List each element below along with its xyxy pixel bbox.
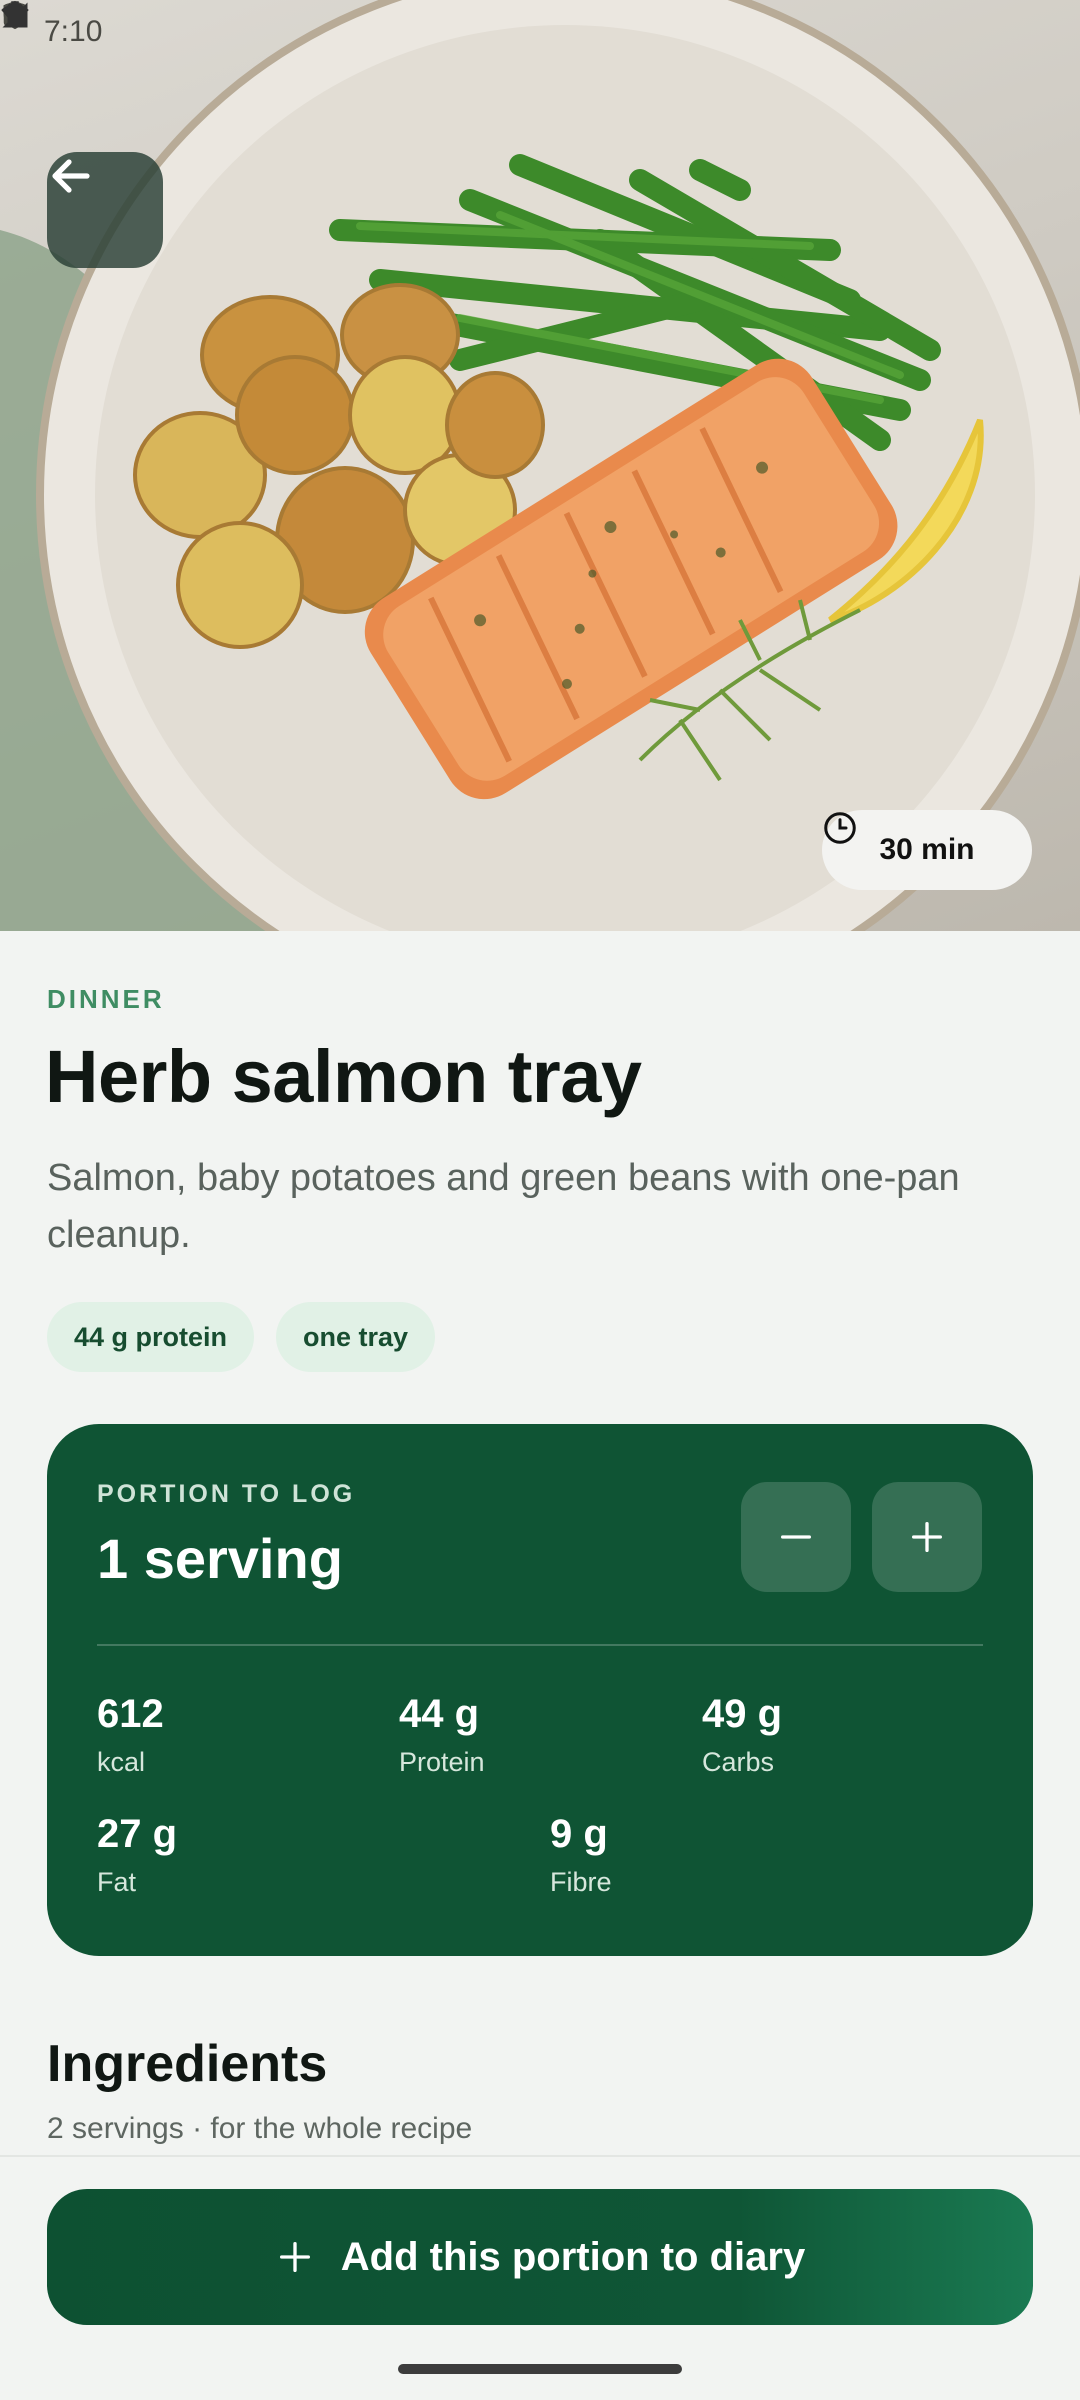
nutrition-value: 44 g xyxy=(399,1692,480,1736)
back-arrow-icon xyxy=(52,159,90,193)
nutrition-protein: 44 g Protein xyxy=(399,1692,485,1778)
add-to-diary-label: Add this portion to diary xyxy=(340,2234,806,2279)
clock-icon xyxy=(824,812,856,844)
recipe-photo xyxy=(0,0,1080,931)
nutrition-label: kcal xyxy=(97,1747,146,1777)
nutrition-carbs: 49 g Carbs xyxy=(702,1692,782,1778)
nutrition-value: 49 g xyxy=(702,1692,783,1736)
nutrition-label: Protein xyxy=(399,1747,485,1777)
recipe-tags: 44 g protein one tray xyxy=(47,1302,436,1372)
recipe-description: Salmon, baby potatoes and green beans wi… xyxy=(47,1157,960,1256)
back-button[interactable] xyxy=(47,152,163,268)
recipe-title: Herb salmon tray xyxy=(45,1035,642,1118)
nutrition-label: Fibre xyxy=(550,1867,612,1897)
decrease-portion-button[interactable] xyxy=(741,1482,851,1592)
tag-one-tray: one tray xyxy=(276,1302,436,1372)
ingredients-subtitle: 2 servings · for the whole recipe xyxy=(47,2112,473,2145)
portion-card: PORTION TO LOG 1 serving 612 kcal 44 g P… xyxy=(47,1424,1033,1956)
hero-image: 7:10 30 min xyxy=(0,0,1080,931)
nutrition-label: Carbs xyxy=(702,1747,775,1777)
portion-divider xyxy=(97,1644,983,1646)
add-to-diary-button[interactable]: Add this portion to diary xyxy=(47,2189,1033,2325)
nutrition-value: 9 g xyxy=(550,1812,608,1856)
nutrition-label: Fat xyxy=(97,1867,137,1897)
status-time: 7:10 xyxy=(44,15,103,48)
nutrition-fat: 27 g Fat xyxy=(97,1812,177,1898)
portion-value: 1 serving xyxy=(97,1527,343,1590)
cook-time-chip: 30 min xyxy=(822,810,1032,890)
cook-time-label: 30 min xyxy=(879,833,975,866)
battery-icon xyxy=(7,1,23,28)
plus-icon xyxy=(279,2242,310,2272)
home-indicator[interactable] xyxy=(398,2364,682,2374)
increase-portion-button[interactable] xyxy=(872,1482,982,1592)
nutrition-value: 27 g xyxy=(97,1812,178,1856)
ingredients-title: Ingredients xyxy=(47,2035,328,2093)
minus-icon xyxy=(781,1535,811,1539)
recipe-category: DINNER xyxy=(47,984,165,1014)
nutrition-fibre: 9 g Fibre xyxy=(550,1812,612,1898)
tag-protein: 44 g protein xyxy=(47,1302,255,1372)
nutrition-value: 612 xyxy=(97,1692,164,1736)
status-bar: 7:10 xyxy=(0,0,1080,64)
portion-label: PORTION TO LOG xyxy=(97,1480,356,1508)
plus-icon xyxy=(912,1522,942,1552)
nutrition-kcal: 612 kcal xyxy=(97,1692,164,1778)
